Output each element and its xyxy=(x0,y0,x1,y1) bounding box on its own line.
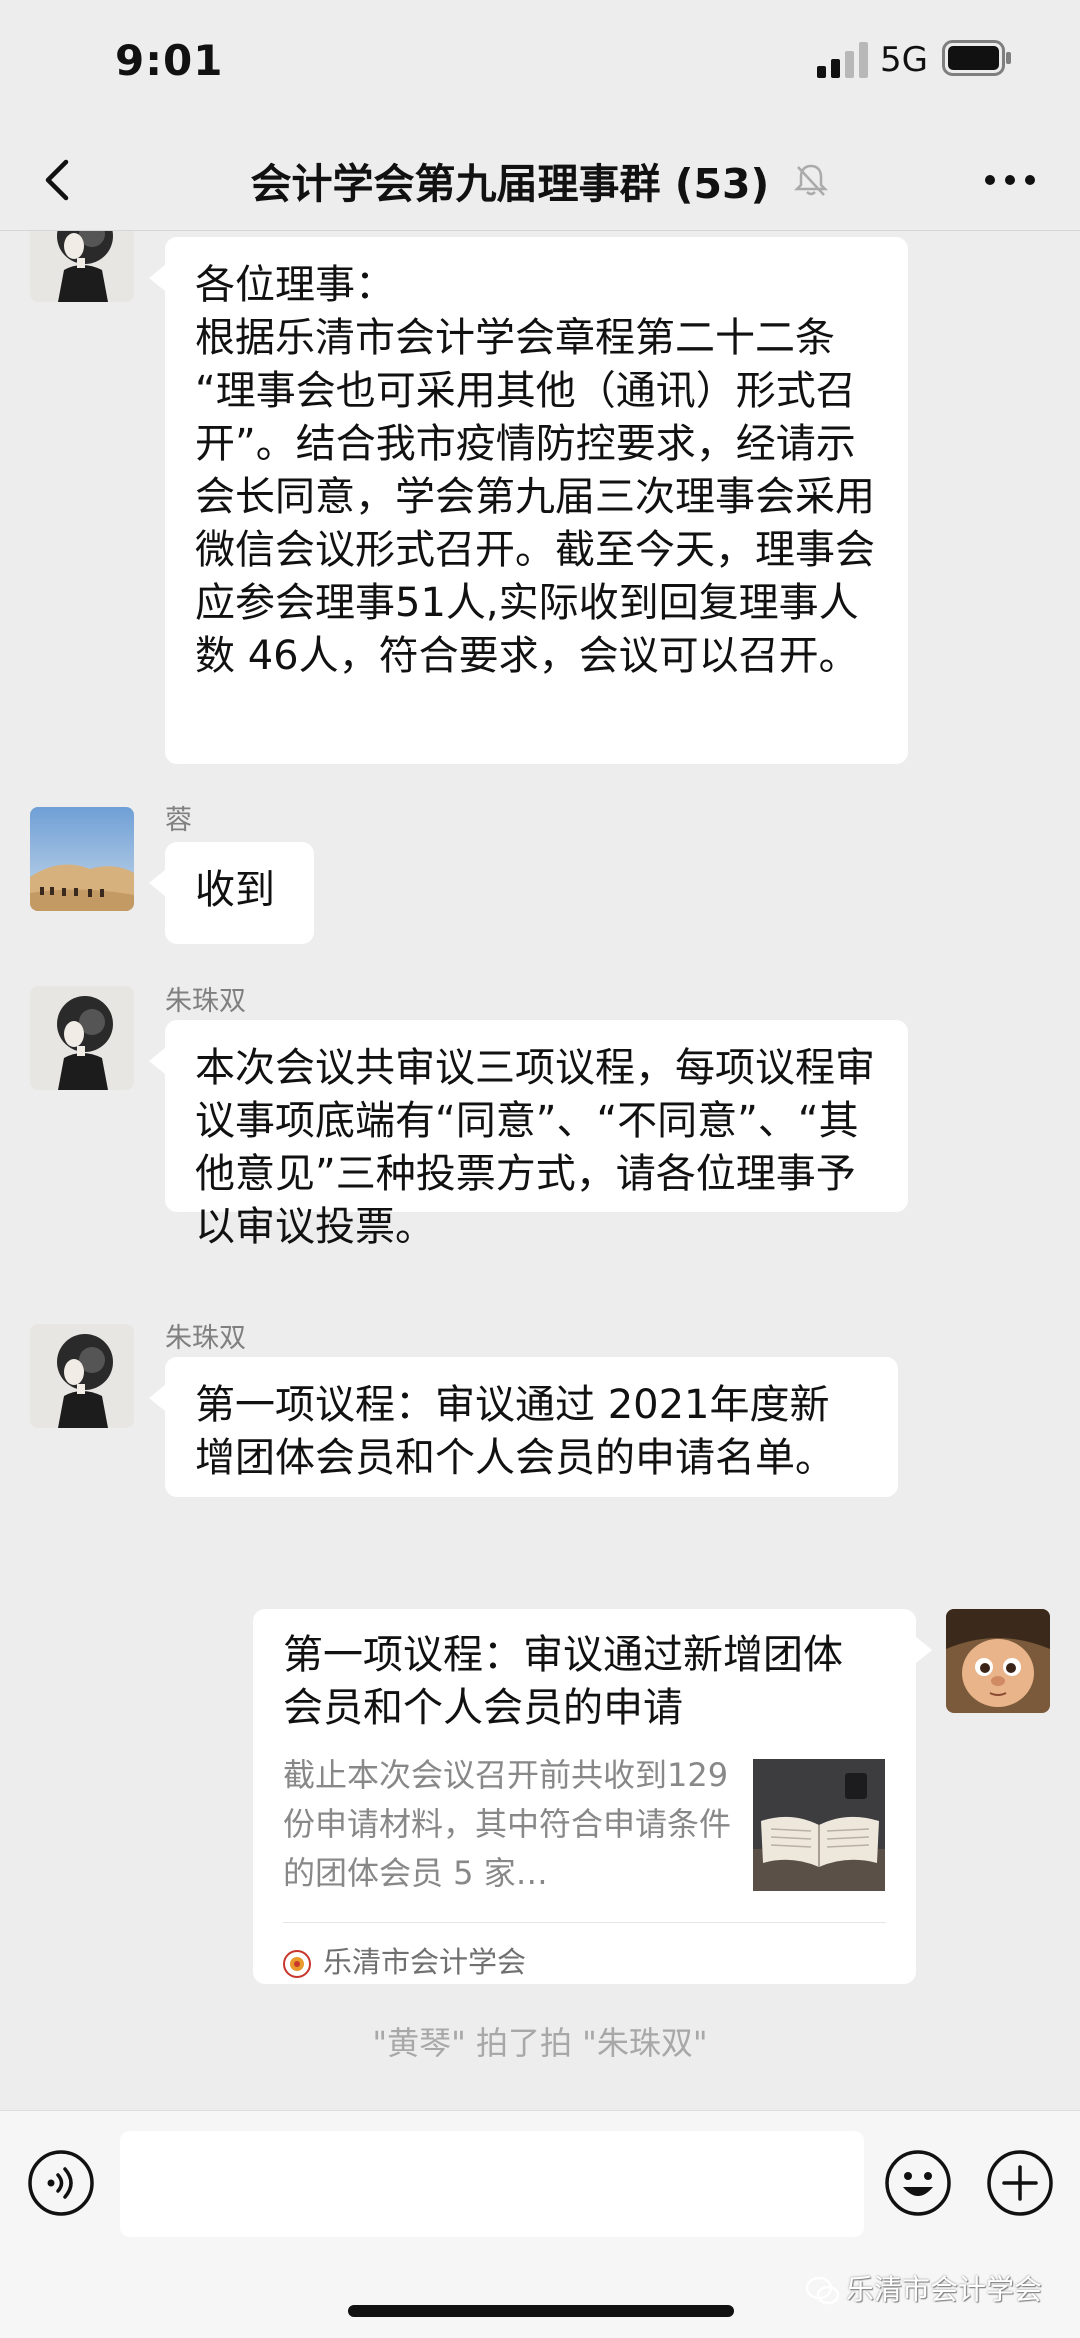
message-input[interactable] xyxy=(120,2131,864,2237)
chat-header: 会计学会第九届理事群 (53) xyxy=(0,130,1080,231)
avatar-zhuzhushuang[interactable] xyxy=(30,986,134,1090)
card-divider xyxy=(283,1922,886,1923)
avatar-rong[interactable] xyxy=(30,807,134,911)
message-bubble[interactable]: 本次会议共审议三项议程，每项议程审议事项底端有“同意”、“不同意”、“其他意见”… xyxy=(149,1020,908,1250)
emoji-icon[interactable] xyxy=(884,2149,952,2217)
plus-icon[interactable] xyxy=(986,2149,1054,2217)
article-thumbnail xyxy=(753,1759,885,1891)
article-description: 截止本次会议召开前共收到129 份申请材料，其中符合申请条件的团体会员 5 家… xyxy=(283,1756,732,1892)
network-type: 5G xyxy=(880,40,928,80)
watermark: 乐清市会计学会 xyxy=(805,2268,1043,2308)
battery-icon xyxy=(942,40,1011,76)
sender-name: 朱珠双 xyxy=(165,1323,246,1354)
avatar-zhuzhushuang[interactable] xyxy=(30,231,134,302)
chat-messages[interactable]: 各位理事： 根据乐清市会计学会章程第二十二条 “理事会也可采用其他（通讯）形式召… xyxy=(0,231,1080,2111)
home-indicator[interactable] xyxy=(348,2305,734,2317)
sender-name: 蓉 xyxy=(165,805,192,836)
clock: 9:01 xyxy=(115,36,224,85)
group-name: 会计学会第九届理事群 (53) xyxy=(250,160,770,208)
article-source: 乐清市会计学会 xyxy=(283,1939,526,1981)
shared-article-card[interactable]: 第一项议程：审议通过新增团体会员和个人会员的申请 截止本次会议召开前共收到129… xyxy=(253,1609,932,1984)
avatar-zhuzhushuang[interactable] xyxy=(30,1324,134,1428)
watermark-text: 乐清市会计学会 xyxy=(846,2273,1043,2306)
avatar-self[interactable] xyxy=(946,1609,1050,1713)
wechat-logo-icon xyxy=(805,2276,840,2305)
status-bar: 9:01 5G xyxy=(0,0,1080,130)
mute-bell-icon xyxy=(793,164,828,196)
message-bubble[interactable]: 收到 xyxy=(149,842,314,944)
chat-title[interactable]: 会计学会第九届理事群 (53) xyxy=(0,150,1080,210)
system-notice-pat: "黄琴" 拍了拍 "朱珠双" xyxy=(372,2024,708,2062)
sender-name: 朱珠双 xyxy=(165,986,246,1017)
source-name: 乐清市会计学会 xyxy=(323,1945,527,1979)
message-bubble[interactable]: 第一项议程：审议通过 2021年度新增团体会员和个人会员的申请名单。 xyxy=(149,1357,898,1497)
message-bubble[interactable]: 各位理事： 根据乐清市会计学会章程第二十二条 “理事会也可采用其他（通讯）形式召… xyxy=(149,237,908,764)
voice-icon[interactable] xyxy=(27,2149,95,2217)
official-account-logo-icon xyxy=(283,1950,311,1978)
signal-icon xyxy=(817,42,868,78)
article-title: 第一项议程：审议通过新增团体会员和个人会员的申请 xyxy=(283,1632,843,1731)
more-icon[interactable] xyxy=(980,160,1040,200)
